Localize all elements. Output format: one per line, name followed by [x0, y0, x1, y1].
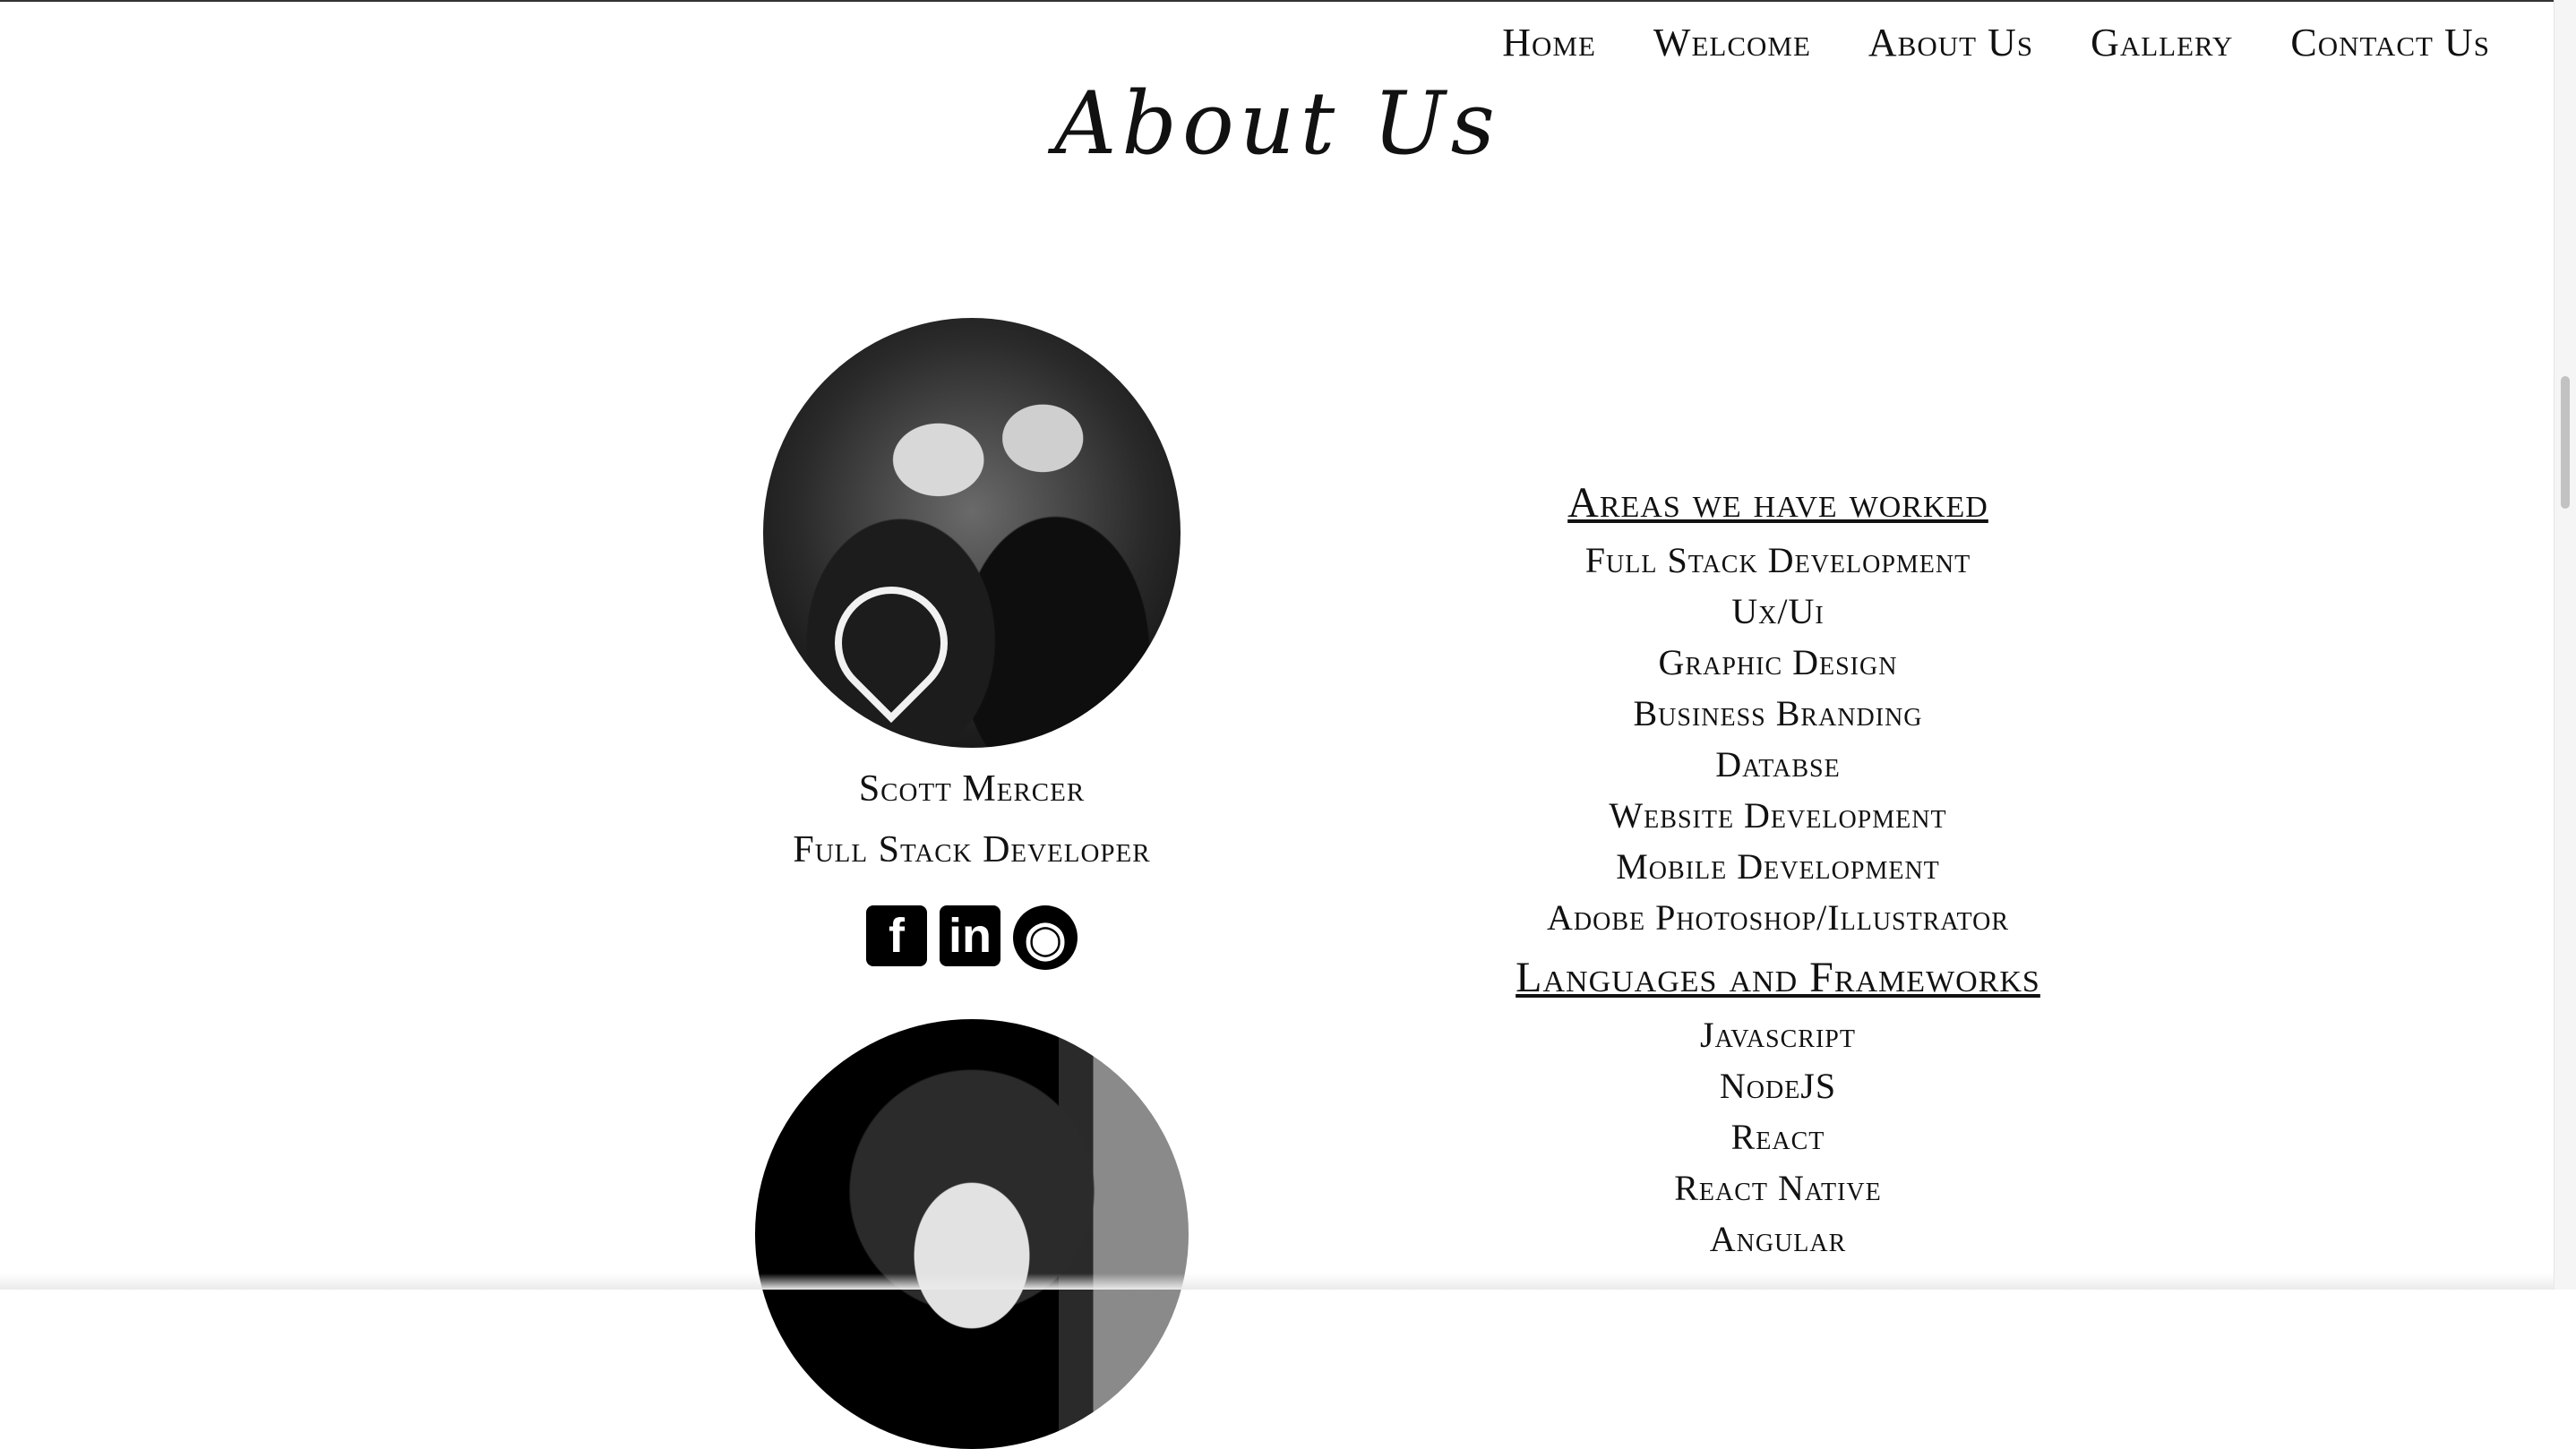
- list-item: Databse: [1715, 744, 1841, 785]
- nav-contact-us[interactable]: Contact Us: [2290, 20, 2490, 65]
- team-member-card: Scott Mercer Full Stack Developer f in ◉: [663, 318, 1281, 970]
- member-photo-2: [755, 1019, 1189, 1449]
- list-item: Mobile Development: [1616, 846, 1940, 887]
- nav-welcome[interactable]: Welcome: [1653, 20, 1811, 65]
- main-nav: Home Welcome About Us Gallery Contact Us: [1502, 20, 2490, 65]
- nav-gallery[interactable]: Gallery: [2091, 20, 2233, 65]
- list-item: React: [1730, 1117, 1825, 1157]
- heart-prop-shape: [811, 562, 972, 724]
- languages-list: Javascript NodeJS React React Native Ang…: [1478, 1009, 2078, 1265]
- linkedin-icon[interactable]: in: [940, 905, 1000, 966]
- areas-list: Full Stack Development Ux/Ui Graphic Des…: [1478, 535, 2078, 943]
- list-item: Ux/Ui: [1731, 591, 1825, 631]
- member-name: Scott Mercer: [858, 768, 1086, 810]
- social-links: f in ◉: [663, 905, 1281, 970]
- member-photo: [763, 318, 1181, 748]
- list-item: React Native: [1674, 1168, 1882, 1208]
- team-member-card-2: [663, 1019, 1281, 1449]
- list-item: Javascript: [1700, 1015, 1856, 1055]
- nav-home[interactable]: Home: [1502, 20, 1596, 65]
- list-item: NodeJS: [1719, 1066, 1837, 1106]
- list-item: Website Development: [1609, 795, 1947, 836]
- list-item: Adobe Photoshop/Illustrator: [1546, 897, 2010, 938]
- languages-heading: Languages and Frameworks: [1516, 954, 2040, 1001]
- list-item: Full Stack Development: [1584, 540, 1971, 580]
- list-item: Business Branding: [1633, 693, 1923, 733]
- areas-heading: Areas we have worked: [1567, 479, 1988, 527]
- bottom-edge-shadow: [0, 1273, 2555, 1290]
- page-scrollbar[interactable]: [2554, 0, 2576, 1290]
- list-item: Angular: [1709, 1219, 1847, 1259]
- github-icon[interactable]: ◉: [1013, 905, 1078, 970]
- top-border: [0, 0, 2555, 2]
- facebook-icon[interactable]: f: [866, 905, 927, 966]
- member-role: Full Stack Developer: [793, 829, 1151, 870]
- skills-panel: Areas we have worked Full Stack Developm…: [1478, 479, 2078, 1275]
- page-title: About Us: [1054, 73, 1500, 174]
- nav-about-us[interactable]: About Us: [1868, 20, 2033, 65]
- scrollbar-thumb[interactable]: [2561, 376, 2570, 509]
- list-item: Graphic Design: [1658, 642, 1898, 682]
